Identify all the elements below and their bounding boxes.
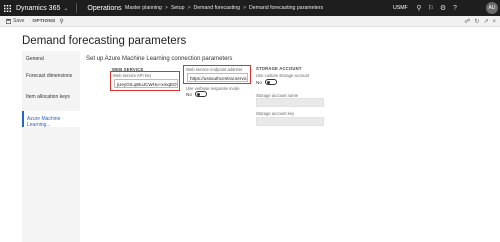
verbose-mode-value: No [186, 91, 192, 97]
nav-item-general[interactable]: General [22, 56, 80, 62]
module-name[interactable]: Operations [87, 5, 121, 12]
highlight-box [110, 71, 180, 91]
storage-key-field[interactable] [256, 117, 324, 126]
chevron-right-icon: > [187, 5, 191, 11]
nav-item-forecast-dimensions[interactable]: Forecast dimensions [22, 73, 80, 79]
top-icons: ⚲ ⚐ ⚙ ? [413, 0, 461, 16]
chevron-right-icon: > [164, 5, 168, 11]
section-title: Set up Azure Machine Learning connection… [86, 56, 233, 62]
attach-icon[interactable]: ☍ [464, 18, 470, 25]
storage-key-label: Storage account key [256, 111, 295, 116]
nav-item-azure-machine-learning[interactable]: Azure Machine Learning... [22, 111, 80, 128]
toggle-switch[interactable] [194, 91, 207, 97]
app-name[interactable]: Dynamics 365 [16, 5, 60, 12]
action-pane: Save OPTIONS ⚲ ☍ ↻ ↗ × [0, 16, 500, 27]
custom-storage-label: Use custom storage account [256, 73, 310, 78]
breadcrumb-item[interactable]: Demand forecasting [194, 5, 240, 11]
group-header-storage-account: STORAGE ACCOUNT [256, 66, 302, 71]
chevron-right-icon: > [242, 5, 247, 11]
breadcrumb: Master planning > Setup > Demand forecas… [125, 0, 323, 16]
save-label: Save [13, 18, 25, 24]
save-icon [6, 18, 11, 24]
storage-name-field[interactable] [256, 98, 324, 107]
divider [76, 3, 78, 13]
search-icon[interactable]: ⚲ [413, 0, 425, 16]
chevron-down-icon[interactable]: ⌄ [63, 5, 68, 12]
popout-icon[interactable]: ↗ [483, 18, 488, 25]
notification-icon[interactable]: ⚐ [425, 0, 437, 16]
parameters-nav: General Forecast dimensions Item allocat… [22, 51, 80, 242]
custom-storage-toggle[interactable]: No [256, 79, 277, 85]
refresh-icon[interactable]: ↻ [474, 18, 479, 25]
gear-icon[interactable]: ⚙ [437, 0, 449, 16]
custom-storage-value: No [256, 79, 262, 85]
tab-options[interactable]: OPTIONS [32, 19, 55, 24]
breadcrumb-item[interactable]: Master planning [125, 5, 162, 11]
toggle-knob [196, 92, 200, 96]
app-launcher-icon[interactable] [0, 0, 14, 16]
search-icon[interactable]: ⚲ [59, 18, 63, 25]
toggle-switch[interactable] [264, 79, 277, 85]
save-button[interactable]: Save [6, 18, 24, 24]
highlight-box [183, 65, 251, 84]
top-navigation-bar: Dynamics 365 ⌄ Operations Master plannin… [0, 0, 500, 16]
avatar[interactable]: AU [486, 2, 498, 14]
toggle-knob [266, 80, 270, 84]
nav-item-item-allocation-keys[interactable]: Item allocation keys [22, 94, 80, 100]
breadcrumb-item[interactable]: Demand forecasting parameters [249, 5, 323, 11]
page-title: Demand forecasting parameters [22, 35, 187, 47]
breadcrumb-item[interactable]: Setup [171, 5, 185, 11]
action-pane-right-icons: ☍ ↻ ↗ × [464, 16, 496, 27]
close-icon[interactable]: × [492, 19, 496, 25]
verbose-mode-toggle[interactable]: No [186, 91, 207, 97]
help-icon[interactable]: ? [449, 0, 461, 16]
company-picker[interactable]: USMF [393, 5, 408, 11]
